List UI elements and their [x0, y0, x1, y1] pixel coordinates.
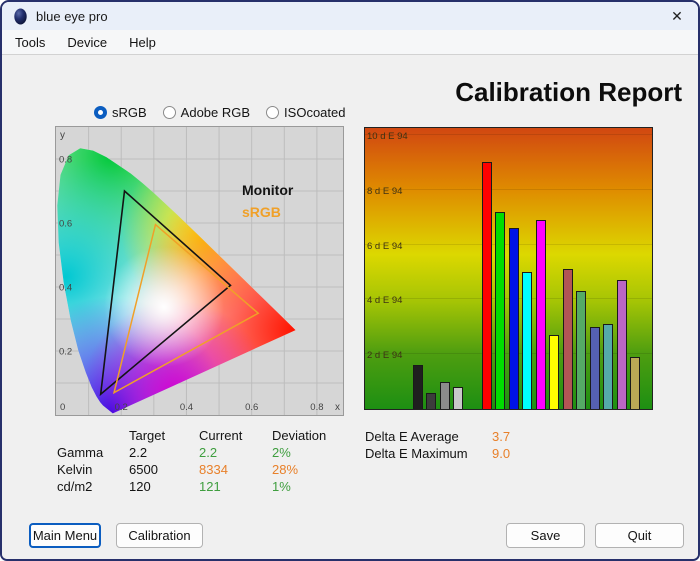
radio-unselected-icon[interactable] — [162, 106, 176, 119]
save-button[interactable]: Save — [506, 523, 585, 548]
col-header-deviation: Deviation — [272, 428, 327, 443]
radio-unselected-icon[interactable] — [266, 106, 280, 119]
gamma-deviation: 2% — [272, 445, 291, 460]
delta-e-bar — [589, 326, 600, 409]
delta-e-bar — [439, 381, 450, 409]
svg-text:0.8: 0.8 — [310, 402, 323, 413]
menu-help[interactable]: Help — [120, 33, 165, 52]
col-header-target: Target — [129, 428, 166, 443]
radio-selected-icon[interactable] — [94, 106, 107, 119]
calibration-button[interactable]: Calibration — [116, 523, 203, 548]
radio-isocoated-label: ISOcoated — [284, 105, 346, 120]
delta-e-bar — [603, 324, 614, 409]
profile-radio-group: sRGB Adobe RGB ISOcoated — [94, 105, 345, 120]
svg-text:0.2: 0.2 — [115, 402, 128, 413]
delta-e-bar — [482, 162, 492, 409]
bar-gridline — [365, 134, 652, 135]
menu-bar: Tools Device Help — [2, 30, 698, 55]
x-axis-label: x — [335, 402, 340, 413]
delta-e-average-label: Delta E Average — [365, 429, 459, 444]
delta-e-bar — [495, 211, 506, 409]
app-window: blue eye pro ✕ Tools Device Help Calibra… — [0, 0, 700, 561]
bar-plot-area: 10 d E 94 8 d E 94 6 d E 94 4 d E 94 2 d E 9… — [365, 128, 652, 409]
svg-text:0: 0 — [60, 402, 65, 413]
gamma-target: 2.2 — [129, 445, 148, 460]
close-icon[interactable]: ✕ — [656, 2, 698, 30]
menu-tools[interactable]: Tools — [6, 33, 54, 52]
legend-monitor: Monitor — [242, 182, 294, 198]
bar-axis-label: 2 d E 94 — [367, 350, 403, 362]
svg-text:0.4: 0.4 — [59, 283, 72, 294]
radio-adobe-rgb-label: Adobe RGB — [180, 105, 251, 120]
window-title: blue eye pro — [36, 8, 108, 24]
legend-srgb: sRGB — [242, 204, 281, 220]
quit-button[interactable]: Quit — [595, 523, 684, 548]
delta-e-bar — [508, 228, 519, 409]
row-label-gamma: Gamma — [57, 445, 104, 460]
main-content: Calibration Report sRGB Adobe RGB ISOcoa… — [2, 55, 698, 559]
radio-srgb[interactable]: sRGB — [94, 105, 147, 120]
cie-diagram-svg: Monitor sRGB 0 0.2 0.4 0.6 0.8 0.2 0.4 0.6 0.8 y… — [56, 127, 343, 415]
cie-chromaticity-diagram: Monitor sRGB 0 0.2 0.4 0.6 0.8 0.2 0.4 0.6 0.8 y… — [55, 126, 344, 416]
bar-axis-label: 4 d E 94 — [367, 295, 403, 307]
svg-text:0.2: 0.2 — [59, 347, 72, 358]
radio-isocoated[interactable]: ISOcoated — [266, 105, 345, 120]
delta-e-bar — [522, 272, 533, 409]
delta-e-bar — [453, 387, 464, 409]
bar-axis-label: 6 d E 94 — [367, 240, 403, 252]
svg-text:0.6: 0.6 — [245, 402, 258, 413]
row-label-kelvin: Kelvin — [57, 462, 93, 477]
title-bar: blue eye pro ✕ — [2, 2, 698, 30]
cdm2-current: 121 — [199, 479, 221, 494]
delta-e-average-value: 3.7 — [492, 429, 511, 444]
bar-gridline — [365, 188, 652, 190]
svg-text:0.6: 0.6 — [59, 219, 72, 230]
delta-e-maximum-label: Delta E Maximum — [365, 446, 468, 461]
delta-e-bar — [535, 219, 546, 409]
svg-text:0.8: 0.8 — [59, 155, 72, 166]
menu-device[interactable]: Device — [58, 33, 116, 52]
radio-srgb-label: sRGB — [112, 105, 147, 120]
delta-e-bar — [562, 269, 573, 409]
bar-axis-label: 10 d E 94 — [367, 131, 408, 142]
radio-adobe-rgb[interactable]: Adobe RGB — [162, 105, 251, 120]
bar-axis-label: 8 d E 94 — [367, 185, 403, 197]
kelvin-deviation: 28% — [272, 462, 299, 477]
cdm2-deviation: 1% — [272, 479, 291, 494]
delta-e-maximum-value: 9.0 — [492, 446, 511, 461]
delta-e-summary: Delta E Average 3.7 Delta E Maximum 9.0 — [365, 429, 552, 463]
delta-e-bar-chart: 10 d E 94 8 d E 94 6 d E 94 4 d E 94 2 d E 9… — [364, 127, 653, 410]
delta-e-bar — [616, 280, 627, 409]
cdm2-target: 120 — [129, 479, 151, 494]
delta-e-bar — [549, 335, 560, 409]
delta-e-bar — [413, 365, 423, 409]
table-corner — [57, 427, 129, 444]
gamma-current: 2.2 — [199, 445, 218, 460]
delta-e-bar — [576, 291, 587, 409]
row-label-cdm2: cd/m2 — [57, 479, 93, 494]
delta-e-bar — [426, 392, 437, 409]
col-header-current: Current — [199, 428, 243, 443]
main-menu-button[interactable]: Main Menu — [29, 523, 101, 548]
page-title: Calibration Report — [455, 77, 682, 107]
results-table: Target Current Deviation Gamma 2.2 2.2 2… — [57, 427, 352, 495]
delta-e-bar — [629, 356, 640, 409]
y-axis-label: y — [60, 130, 65, 141]
svg-text:0.4: 0.4 — [180, 402, 193, 413]
kelvin-target: 6500 — [129, 462, 158, 477]
app-icon — [14, 8, 27, 24]
kelvin-current: 8334 — [199, 462, 228, 477]
